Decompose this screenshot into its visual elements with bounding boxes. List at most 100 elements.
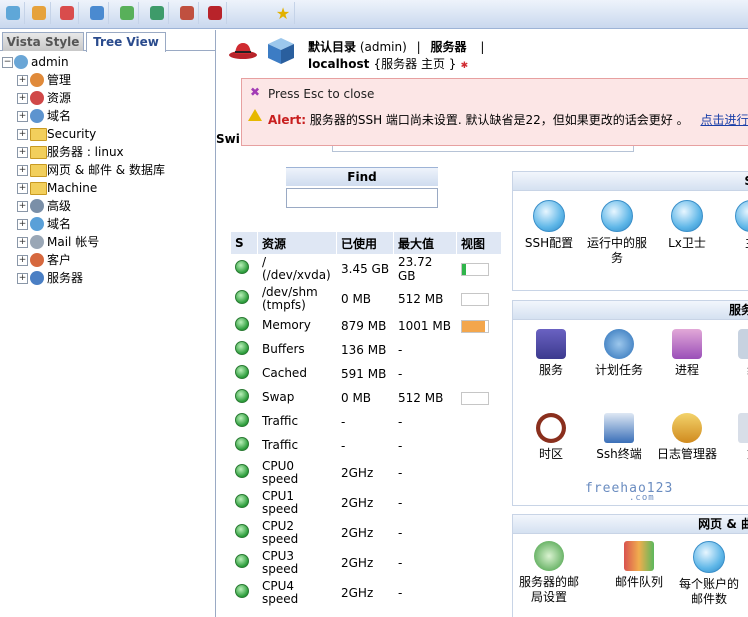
folder-icon xyxy=(30,146,47,159)
resource-used: 2GHz xyxy=(337,578,394,608)
running-services-item[interactable]: 运行中的服务 xyxy=(585,200,649,266)
cube-icon[interactable] xyxy=(86,2,109,24)
terminal-icon xyxy=(604,413,634,443)
table-row: CPU4 speed 2GHz - xyxy=(231,578,502,608)
expand-icon[interactable]: + xyxy=(17,219,28,230)
star-icon[interactable]: ★ xyxy=(272,2,295,24)
alert-message: Alert: 服务器的SSH 端口尚未设置. 默认缺省是22，但如果更改的话会更… xyxy=(268,111,748,128)
user-icon[interactable] xyxy=(176,2,199,24)
group-item[interactable]: 组 xyxy=(721,329,748,378)
running-services-icon xyxy=(601,200,633,232)
gear-icon xyxy=(604,329,634,359)
resource-max: - xyxy=(394,518,457,548)
resource-used: 2GHz xyxy=(337,458,394,488)
usage-bar xyxy=(461,292,489,306)
top-toolbar: ★ xyxy=(0,0,748,29)
status-ok-icon xyxy=(235,260,249,274)
mail-queue-item[interactable]: 邮件队列 xyxy=(607,541,671,590)
collapse-icon[interactable]: − xyxy=(2,57,13,68)
service-icon xyxy=(536,329,566,359)
file-item[interactable]: 文 xyxy=(721,413,748,462)
service-item[interactable]: 服务 xyxy=(519,329,583,378)
resource-name: CPU0 speed xyxy=(258,458,337,488)
resource-name: Cached xyxy=(258,362,337,386)
log-manager-item[interactable]: 日志管理器 xyxy=(655,413,719,462)
cron-item[interactable]: 计划任务 xyxy=(587,329,651,378)
tab-tree-view[interactable]: Tree View xyxy=(86,32,166,52)
resource-name: CPU2 speed xyxy=(258,518,337,548)
expand-icon[interactable]: + xyxy=(17,201,28,212)
resource-max: - xyxy=(394,410,457,434)
change-port-link[interactable]: 点击进行更改 xyxy=(700,113,748,127)
find-box: Find xyxy=(286,167,438,208)
redhat-icon xyxy=(229,43,257,59)
resource-max: - xyxy=(394,488,457,518)
table-row: Swap 0 MB 512 MB xyxy=(231,386,502,410)
domain-icon xyxy=(30,109,44,123)
status-ok-icon xyxy=(235,389,249,403)
ssh-config-item[interactable]: SSH配置 xyxy=(517,200,581,251)
process-item[interactable]: 进程 xyxy=(655,329,719,378)
breadcrumb-default[interactable]: 默认目录 xyxy=(308,40,356,54)
expand-icon[interactable]: + xyxy=(17,165,28,176)
expand-icon[interactable]: + xyxy=(17,93,28,104)
expand-icon[interactable]: + xyxy=(17,111,28,122)
lx-guard-item[interactable]: Lx卫士 xyxy=(655,200,719,251)
home-icon[interactable] xyxy=(2,2,25,24)
expand-icon[interactable]: + xyxy=(17,237,28,248)
expand-icon[interactable]: + xyxy=(17,129,28,140)
table-row: Cached 591 MB - xyxy=(231,362,502,386)
status-ok-icon xyxy=(235,365,249,379)
tab-vista-style[interactable]: Vista Style xyxy=(2,32,84,51)
status-ok-icon xyxy=(235,317,249,331)
expand-icon[interactable]: + xyxy=(17,273,28,284)
resource-max: 23.72 GB xyxy=(394,254,457,284)
panel-title: S xyxy=(513,172,748,191)
resource-used: 0 MB xyxy=(337,386,394,410)
expand-icon[interactable]: + xyxy=(17,183,28,194)
admin-icon xyxy=(30,73,44,87)
status-ok-icon xyxy=(235,584,249,598)
expand-icon[interactable]: + xyxy=(17,255,28,266)
mail-icon xyxy=(30,235,44,249)
mail-count-icon xyxy=(693,541,725,573)
sidebar-tabs: Vista Style Tree View xyxy=(0,30,215,52)
resource-max: - xyxy=(394,458,457,488)
mail-server-settings-item[interactable]: 服务器的邮局设置 xyxy=(517,541,581,605)
host-item[interactable]: 主 xyxy=(719,200,748,251)
table-row: CPU2 speed 2GHz - xyxy=(231,518,502,548)
breadcrumb-server[interactable]: 服务器 xyxy=(431,40,467,54)
group-icon xyxy=(738,329,748,359)
table-row: Buffers 136 MB - xyxy=(231,338,502,362)
folder-icon xyxy=(30,182,47,195)
sidebar: Vista Style Tree View − admin + 管理 + 资源 … xyxy=(0,30,216,617)
hat-icon[interactable] xyxy=(204,2,227,24)
folder-icon xyxy=(30,128,47,141)
close-hint[interactable]: Press Esc to close xyxy=(268,87,374,101)
resource-name: Traffic xyxy=(258,410,337,434)
expand-icon[interactable]: + xyxy=(17,75,28,86)
timezone-item[interactable]: 时区 xyxy=(519,413,583,462)
resource-used: - xyxy=(337,410,394,434)
close-icon[interactable]: ✖ xyxy=(250,85,260,99)
ssh-terminal-item[interactable]: Ssh终端 xyxy=(587,413,651,462)
resource-used: 2GHz xyxy=(337,488,394,518)
table-row: Traffic - - xyxy=(231,410,502,434)
tools-icon[interactable] xyxy=(116,2,139,24)
tree-icon[interactable] xyxy=(146,2,169,24)
client-icon xyxy=(30,253,44,267)
expand-icon[interactable]: + xyxy=(17,147,28,158)
find-input[interactable] xyxy=(286,188,438,208)
usage-bar-fill xyxy=(462,320,485,332)
resource-used: 2GHz xyxy=(337,548,394,578)
resource-used: - xyxy=(337,434,394,458)
panel-title: 服务 xyxy=(513,301,748,320)
status-ok-icon xyxy=(235,524,249,538)
mail-per-account-item[interactable]: 每个账户的邮件数 xyxy=(677,541,741,607)
lock-icon xyxy=(672,413,702,443)
flag-icon[interactable] xyxy=(56,2,79,24)
bag-icon[interactable] xyxy=(28,2,51,24)
resource-used: 591 MB xyxy=(337,362,394,386)
server-cube-icon xyxy=(268,38,294,64)
find-title: Find xyxy=(286,167,438,186)
